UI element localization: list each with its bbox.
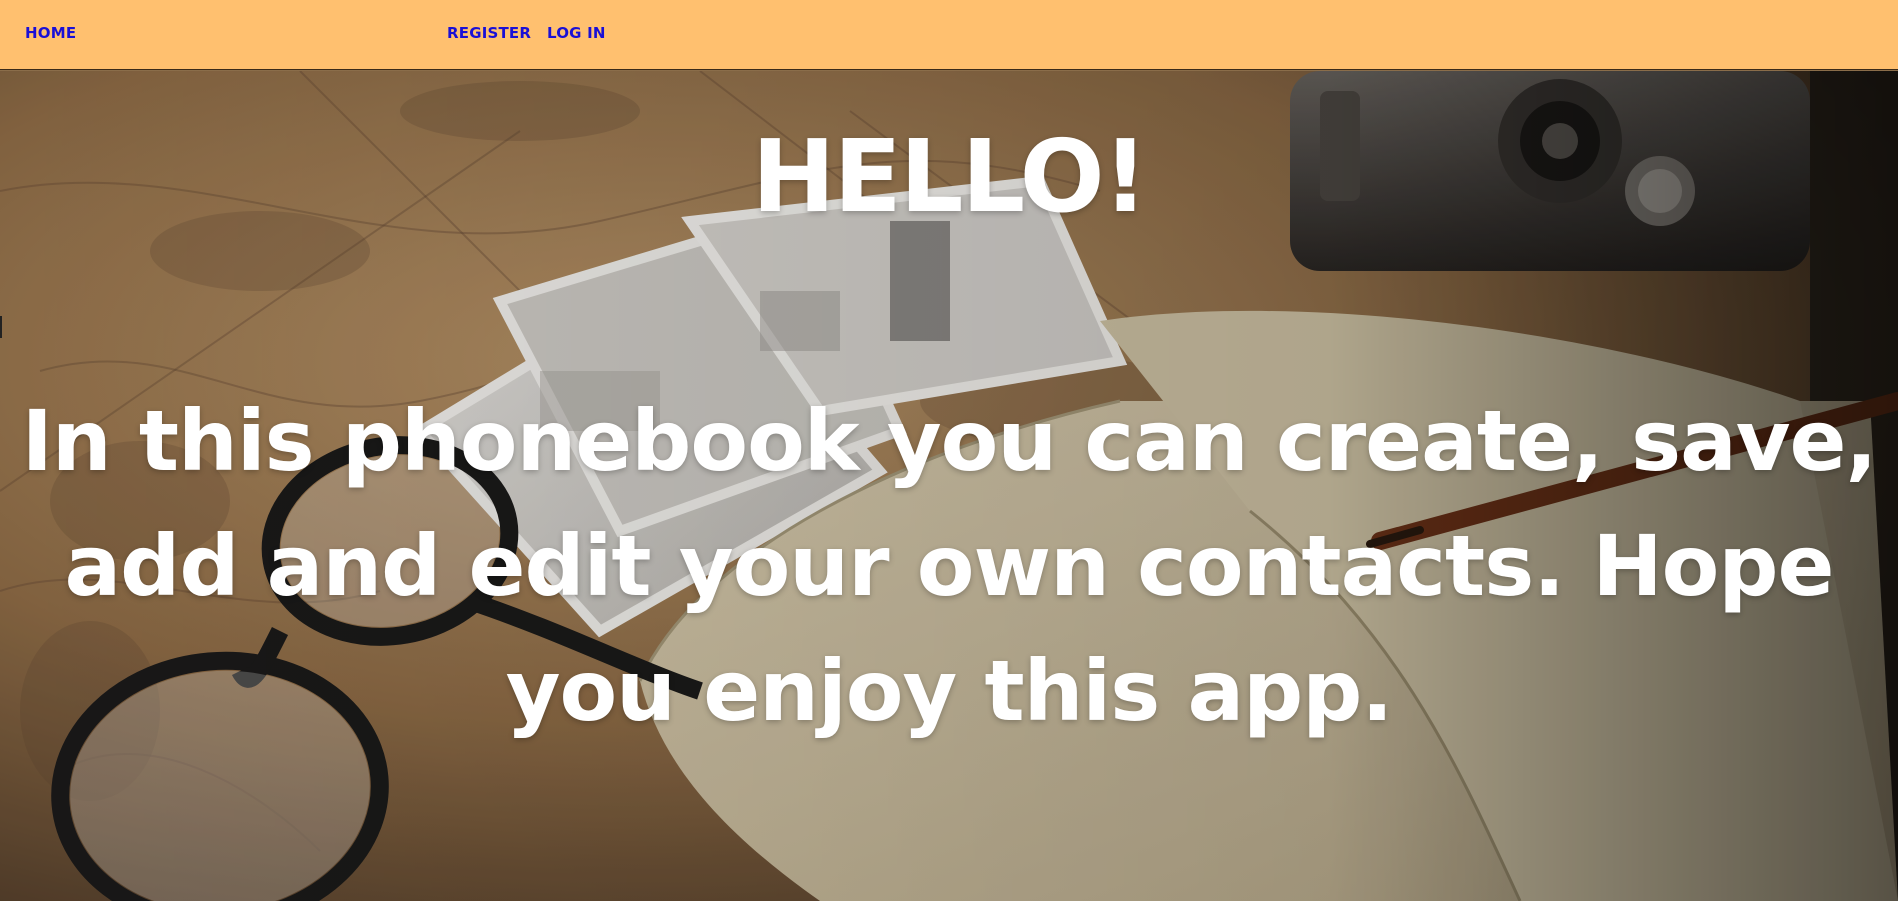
hero-section: HELLO! In this phonebook you can create,… (0, 71, 1898, 901)
text-cursor-icon (0, 316, 2, 338)
hero-description: In this phonebook you can create, save, … (21, 392, 1878, 740)
nav-login-link[interactable]: LOG IN (547, 24, 606, 42)
nav-home-link[interactable]: HOME (25, 24, 76, 42)
hero-title: HELLO! (751, 118, 1149, 235)
page: HOME REGISTER LOG IN HELLO! In this phon… (0, 0, 1898, 901)
nav-register-link[interactable]: REGISTER (447, 24, 531, 42)
top-navbar: HOME REGISTER LOG IN (0, 0, 1898, 70)
